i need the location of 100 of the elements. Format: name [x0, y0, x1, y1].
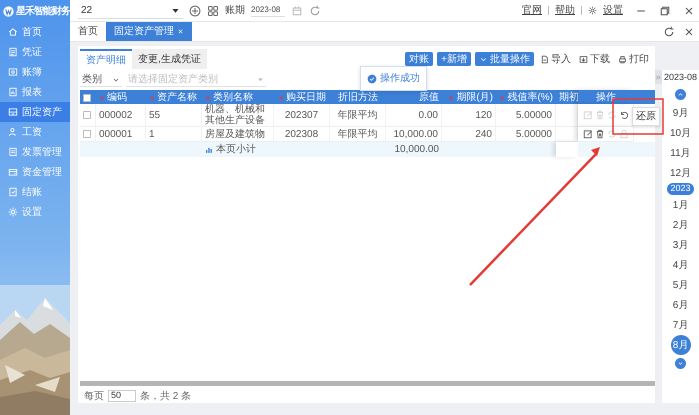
month-item[interactable]: 11月: [668, 143, 692, 163]
restore-button[interactable]: [619, 110, 629, 120]
sidebar-item[interactable]: 结账: [0, 182, 70, 202]
row-checkbox[interactable]: [83, 111, 91, 119]
person-icon: [8, 127, 18, 137]
month-item[interactable]: 9月: [668, 103, 692, 123]
top-link[interactable]: 官网: [522, 3, 542, 18]
sidebar-item[interactable]: 账簿: [0, 62, 70, 82]
toolbar-link[interactable]: 下载: [577, 52, 612, 66]
month-item[interactable]: 3月: [668, 235, 692, 255]
subtotal-amount: 10,000.00: [394, 144, 439, 155]
top-link[interactable]: 帮助: [555, 3, 575, 18]
top-link[interactable]: 设置: [603, 3, 623, 18]
toolbar-button[interactable]: 对账: [405, 52, 434, 66]
edit-icon: [583, 110, 593, 120]
toolbar-link[interactable]: 导入: [538, 52, 573, 66]
edit-icon: [583, 129, 593, 139]
bar-chart-icon: [205, 145, 214, 154]
sidebar-item[interactable]: 固定资产: [0, 102, 70, 122]
table-cell: 5.00000: [496, 104, 556, 127]
action-cell: [556, 142, 578, 157]
sidebar-item[interactable]: 凭证: [0, 42, 70, 62]
table-cell: 000002: [96, 104, 146, 127]
grid-icon: [207, 4, 219, 16]
company-select[interactable]: 22: [78, 2, 183, 18]
column-header[interactable]: 编码: [107, 90, 127, 105]
subtotal-label: 本页小计: [216, 144, 256, 155]
delete-icon: [595, 110, 605, 120]
column-header[interactable]: 期限(月): [456, 90, 493, 105]
chevron-down-icon: [677, 360, 684, 367]
batch-dropdown[interactable]: 批量操作: [475, 52, 534, 66]
checklist-icon: [8, 187, 18, 197]
scroll-down-button[interactable]: [675, 358, 686, 369]
close-icon: [683, 26, 695, 38]
close-icon[interactable]: [683, 4, 695, 16]
category-select[interactable]: 类别: [80, 73, 122, 87]
period-field[interactable]: 2023-08: [251, 4, 285, 17]
toolbar-link[interactable]: 打印: [616, 52, 651, 66]
table-cell: 年限平均: [330, 104, 386, 127]
column-header[interactable]: 购买日期: [286, 90, 326, 105]
month-item[interactable]: 2月: [668, 215, 692, 235]
sidebar-item[interactable]: 发票管理: [0, 142, 70, 162]
logo-icon: [3, 4, 14, 18]
chevron-up-icon: [677, 91, 684, 98]
sidebar-item[interactable]: 设置: [0, 202, 70, 222]
sidebar-item[interactable]: 工资: [0, 122, 70, 142]
sidebar-item[interactable]: 首页: [0, 22, 70, 42]
book-icon: [8, 67, 18, 77]
refresh-icon: [663, 26, 675, 38]
edit-button[interactable]: [583, 129, 593, 139]
table-cell: 机器、机械和其他生产设备: [202, 104, 274, 127]
refresh-icon: [607, 110, 617, 120]
printer-icon: [618, 54, 627, 64]
sidebar-item[interactable]: 资金管理: [0, 162, 70, 182]
month-item[interactable]: 1月: [668, 195, 692, 215]
month-item[interactable]: 7月: [668, 315, 692, 335]
month-item[interactable]: 8月: [670, 335, 690, 355]
month-item[interactable]: 4月: [668, 255, 692, 275]
lock-icon: [619, 129, 629, 139]
month-item[interactable]: 6月: [668, 295, 692, 315]
refresh-icon: [607, 129, 617, 139]
double-chevron-icon: [655, 74, 662, 80]
settings-icon: [588, 6, 597, 15]
close-icon[interactable]: [177, 28, 184, 35]
tooltip: 还原: [632, 107, 660, 126]
table-cell: 55: [146, 104, 202, 127]
receipt-icon: [8, 147, 18, 157]
delete-button[interactable]: [595, 129, 605, 139]
settings-icon: [8, 207, 18, 217]
page-tab[interactable]: 固定资产管理: [106, 22, 192, 41]
column-header[interactable]: 原值: [419, 90, 439, 105]
sub-tab[interactable]: 变更,生成凭证: [132, 49, 207, 69]
month-item[interactable]: 12月: [668, 163, 692, 183]
horizontal-scrollbar[interactable]: [80, 381, 655, 386]
month-item[interactable]: 5月: [668, 275, 692, 295]
restore-window-icon[interactable]: [659, 4, 671, 16]
sidebar-item[interactable]: 报表: [0, 82, 70, 102]
table-cell: 202307: [274, 104, 330, 127]
home-icon: [8, 27, 18, 37]
column-header[interactable]: 类别名称: [213, 90, 253, 105]
select-all-checkbox[interactable]: [83, 94, 91, 102]
download-icon: [579, 54, 588, 64]
month-item[interactable]: 10月: [668, 123, 692, 143]
current-period: 2023-08: [664, 71, 698, 84]
row-checkbox[interactable]: [83, 130, 91, 138]
caret-icon: [257, 76, 264, 83]
table-cell: 120: [442, 104, 496, 127]
toolbar-button[interactable]: +新增: [437, 52, 471, 66]
year-badge[interactable]: 2023: [667, 183, 694, 195]
wallet-icon: [8, 167, 18, 177]
scroll-up-button[interactable]: [675, 89, 686, 100]
toast: 操作成功: [360, 66, 427, 91]
report-icon: [8, 87, 18, 97]
column-header[interactable]: 操作: [596, 90, 616, 105]
column-header[interactable]: 折旧方法: [338, 90, 378, 105]
column-header[interactable]: 资产名称: [157, 90, 197, 105]
page-size-field[interactable]: 50: [108, 390, 136, 402]
calendar-icon: [291, 4, 303, 16]
column-header[interactable]: 期初: [559, 90, 579, 105]
column-header[interactable]: 残值率(%): [507, 90, 553, 105]
